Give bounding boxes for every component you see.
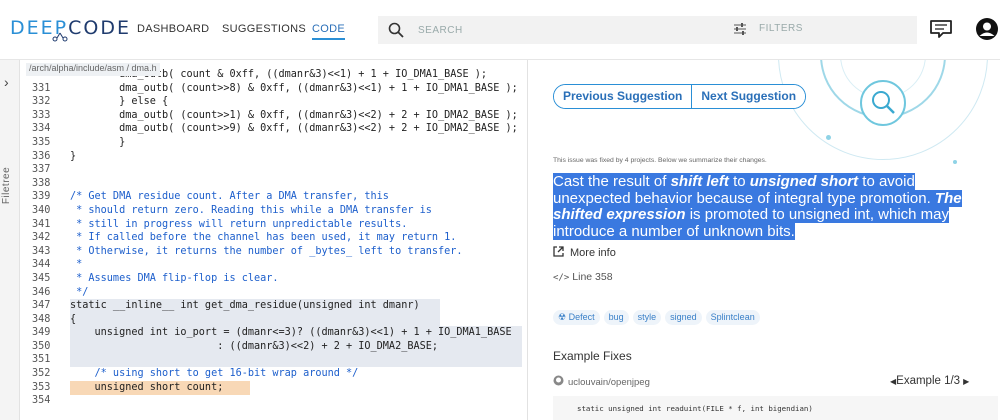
code-text: dma_outb( (count>>9) & 0xff, ((dmanr&3)<… xyxy=(70,123,518,135)
tag[interactable]: style xyxy=(632,310,662,325)
code-text: /* Get DMA residue count. After a DMA tr… xyxy=(70,191,389,203)
line-number: 336 xyxy=(32,150,51,162)
line-number: 331 xyxy=(32,82,51,94)
magnifier-analytics-icon xyxy=(860,80,906,126)
line-number: 343 xyxy=(32,245,51,257)
line-number: 333 xyxy=(32,109,51,121)
line-number: 339 xyxy=(32,191,51,203)
line-number: 345 xyxy=(32,272,51,284)
example-code: static unsigned int readuint(FILE * f, i… xyxy=(553,396,998,420)
fixed-note: This issue was fixed by 4 projects. Belo… xyxy=(553,157,767,164)
filters-label: FILTERS xyxy=(759,23,803,34)
line-number: 350 xyxy=(32,340,51,352)
code-text: } else { xyxy=(70,96,169,108)
line-number: 352 xyxy=(32,368,51,380)
example-repo[interactable]: uclouvain/openjpeg xyxy=(553,375,650,388)
code-text: dma_outb( (count>>8) & 0xff, ((dmanr&3)<… xyxy=(70,82,518,94)
line-number: 349 xyxy=(32,327,51,339)
filetree-label: Filetree xyxy=(1,166,13,205)
decorative-dot xyxy=(826,135,831,140)
code-text: dma_outb( (count>>1) & 0xff, ((dmanr&3)<… xyxy=(70,109,518,121)
nav-code[interactable]: CODE xyxy=(312,23,345,40)
search-bar xyxy=(378,16,723,44)
code-text: unsigned int io_port = (dmanr<=3)? ((dma… xyxy=(70,327,512,339)
nav-dashboard[interactable]: DASHBOARD xyxy=(137,23,209,35)
code-text: { xyxy=(70,313,77,325)
suggestion-panel: Previous Suggestion Next Suggestion This… xyxy=(528,60,1000,420)
line-number: 348 xyxy=(32,313,51,325)
tag-list: ☢ Defect bug style signed Splintclean xyxy=(553,310,760,325)
line-highlight xyxy=(70,312,440,327)
next-suggestion-button[interactable]: Next Suggestion xyxy=(691,85,806,108)
tag[interactable]: bug xyxy=(603,310,629,325)
more-info-link[interactable]: More info xyxy=(553,246,616,259)
message-icon[interactable] xyxy=(929,19,953,39)
line-number: 347 xyxy=(32,300,51,312)
line-number: 340 xyxy=(32,204,51,216)
logo-network-icon xyxy=(52,32,68,42)
code-text: * still in progress will return unpredic… xyxy=(70,218,408,230)
line-number: 332 xyxy=(32,96,51,108)
search-icon[interactable] xyxy=(388,22,404,38)
line-highlight xyxy=(70,353,522,368)
line-number: 353 xyxy=(32,381,51,393)
code-viewer[interactable]: dma_outb( count & 0xff, ((dmanr&3)<<1) +… xyxy=(20,60,528,420)
code-text: } xyxy=(70,136,126,148)
line-number: 354 xyxy=(32,395,51,407)
code-text: * xyxy=(70,259,83,271)
tag[interactable]: signed xyxy=(665,310,702,325)
code-text: */ xyxy=(70,286,89,298)
line-number: 335 xyxy=(32,136,51,148)
code-text: * If called before the channel has been … xyxy=(70,232,457,244)
code-text: : ((dmanr&3)<<2) + 2 + IO_DMA2_BASE; xyxy=(70,340,439,352)
previous-suggestion-button[interactable]: Previous Suggestion xyxy=(554,85,692,108)
line-number: 346 xyxy=(32,286,51,298)
chevron-right-icon[interactable]: › xyxy=(4,74,9,90)
code-text: /* using short to get 16-bit wrap around… xyxy=(70,368,359,380)
github-icon xyxy=(553,375,564,386)
external-link-icon xyxy=(553,246,564,257)
line-number: 334 xyxy=(32,123,51,135)
decorative-dot xyxy=(953,160,957,164)
line-reference[interactable]: </> Line 358 xyxy=(553,271,613,283)
line-number: 341 xyxy=(32,218,51,230)
line-number: 337 xyxy=(32,164,51,176)
line-number: 344 xyxy=(32,259,51,271)
logo[interactable]: DEEPCODE xyxy=(10,17,131,39)
tag[interactable]: Splintclean xyxy=(705,310,760,325)
suggestion-nav: Previous Suggestion Next Suggestion xyxy=(553,84,807,109)
tag[interactable]: ☢ Defect xyxy=(553,310,600,325)
search-input[interactable] xyxy=(418,21,708,39)
suggestion-description: Cast the result of shift left to unsigne… xyxy=(553,173,962,240)
code-text: * Assumes DMA flip-flop is clear. xyxy=(70,272,279,284)
caret-right-icon[interactable]: ▶ xyxy=(963,377,969,386)
code-text: unsigned short count; xyxy=(70,381,224,393)
example-pager[interactable]: ◀Example 1/3 ▶ xyxy=(890,375,969,387)
code-text: } xyxy=(70,150,77,162)
code-text: static __inline__ int get_dma_residue(un… xyxy=(70,300,420,312)
top-bar: DEEPCODE DASHBOARD SUGGESTIONS CODE FILT… xyxy=(0,0,1000,60)
line-number: 342 xyxy=(32,232,51,244)
examples-title: Example Fixes xyxy=(553,349,632,363)
user-avatar-icon[interactable] xyxy=(975,17,999,41)
sliders-icon xyxy=(734,23,746,35)
code-text: * Otherwise, it returns the number of _b… xyxy=(70,245,463,257)
nav-suggestions[interactable]: SUGGESTIONS xyxy=(222,23,306,35)
filters-dropdown[interactable]: FILTERS xyxy=(723,16,917,44)
code-icon: </> xyxy=(553,273,570,283)
line-number: 338 xyxy=(32,177,51,189)
filetree-panel[interactable]: › Filetree xyxy=(0,60,20,420)
breadcrumb[interactable]: /arch/alpha/include/asm / dma.h xyxy=(26,63,160,76)
line-number: 351 xyxy=(32,354,51,366)
code-text: * should return zero. Reading this while… xyxy=(70,204,432,216)
